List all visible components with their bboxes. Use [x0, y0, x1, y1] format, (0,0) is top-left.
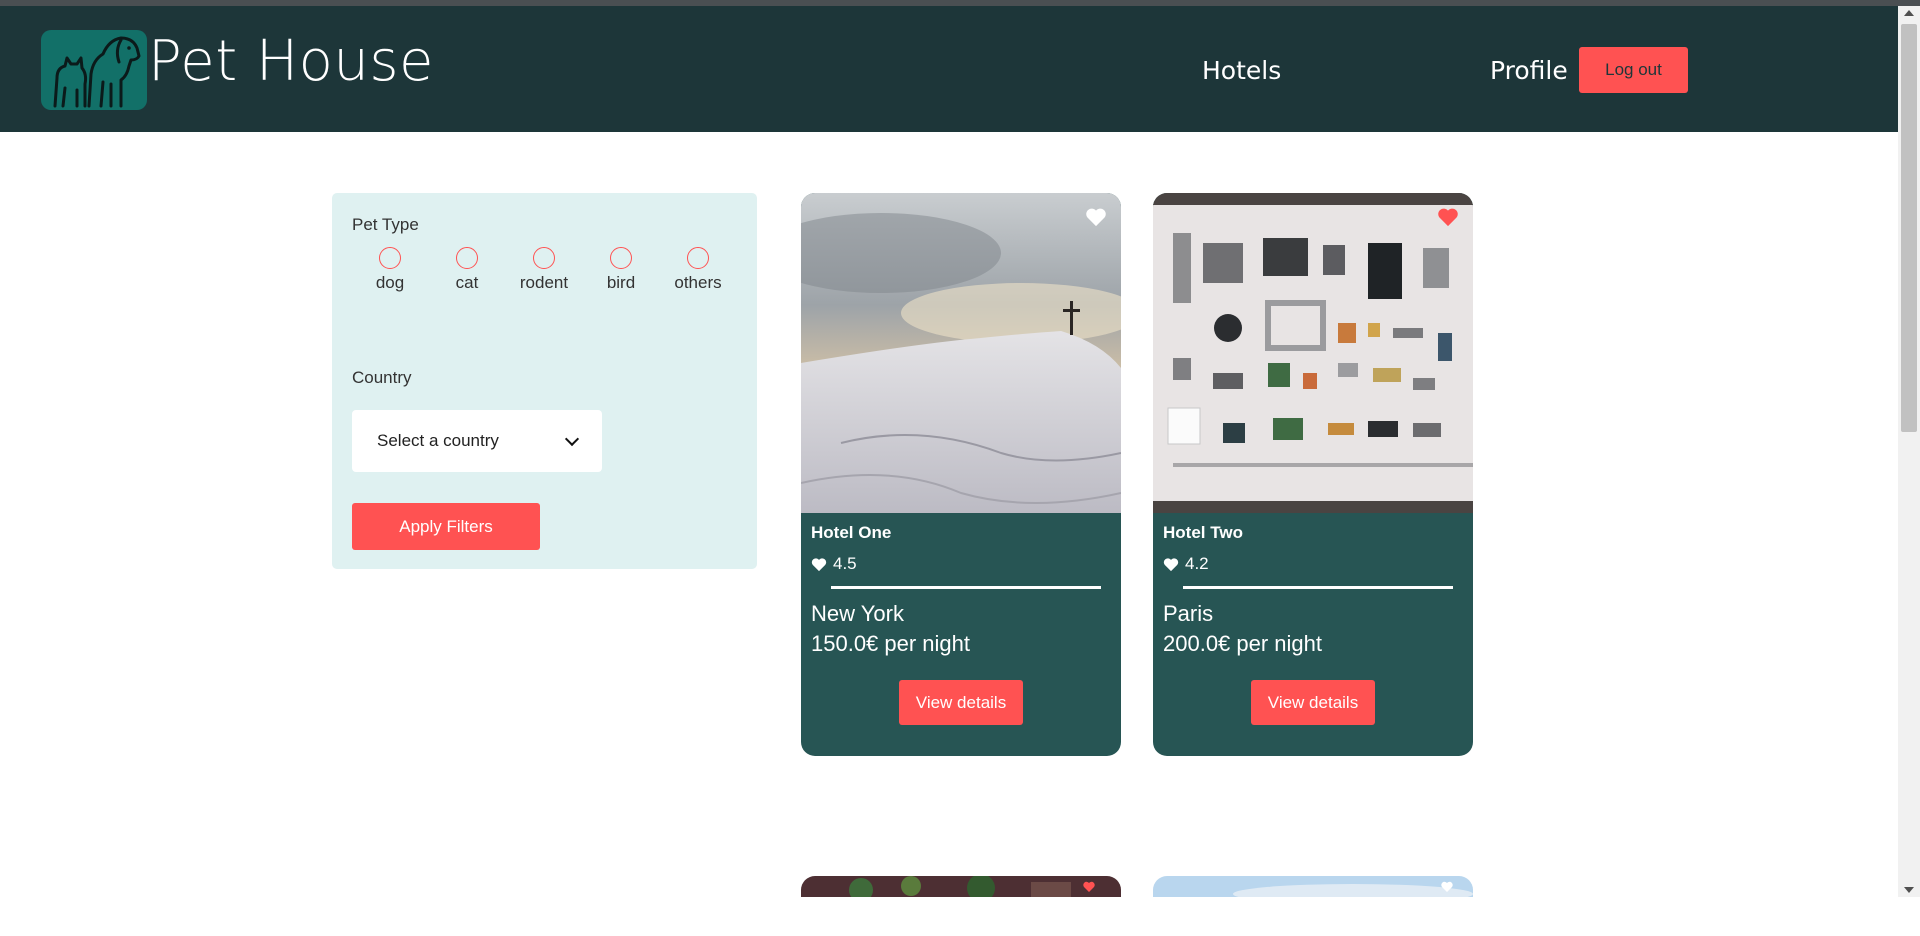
filter-panel: Pet Type dog cat rodent bird others Coun…: [332, 193, 757, 569]
hotel-card: Hotel One 4.5 New York 150.0€ per night …: [801, 193, 1121, 756]
brand-name[interactable]: Pet House: [148, 34, 434, 90]
pet-option-label: others: [674, 273, 722, 292]
pet-type-label: Pet Type: [352, 215, 419, 234]
rating-value: 4.5: [833, 554, 857, 573]
heart-icon: [811, 557, 827, 571]
country-select-value: Select a country: [377, 431, 499, 450]
hotel-card-partial[interactable]: [1153, 876, 1473, 936]
heart-icon: [1163, 557, 1179, 571]
scroll-down-arrow-icon[interactable]: [1904, 887, 1914, 893]
country-label: Country: [352, 368, 412, 387]
navbar: Pet House Hotels Profile Log out: [0, 6, 1898, 132]
scroll-up-arrow-icon[interactable]: [1904, 10, 1914, 16]
chevron-down-icon: [564, 431, 580, 446]
scroll-thumb[interactable]: [1901, 24, 1917, 432]
nav-profile-link[interactable]: Profile: [1490, 56, 1568, 85]
view-details-button[interactable]: View details: [1251, 680, 1375, 725]
divider: [1183, 586, 1453, 589]
pet-option-rodent[interactable]: rodent: [504, 247, 584, 293]
apply-filters-button[interactable]: Apply Filters: [352, 503, 540, 550]
hotel-city: New York: [811, 601, 904, 626]
hotel-name[interactable]: Hotel Two: [1163, 523, 1243, 543]
radio-dog[interactable]: [379, 247, 401, 269]
favorite-heart-icon[interactable]: [1085, 207, 1107, 227]
hotel-name[interactable]: Hotel One: [811, 523, 891, 543]
radio-bird[interactable]: [610, 247, 632, 269]
logout-button[interactable]: Log out: [1579, 47, 1688, 93]
favorite-heart-icon[interactable]: [1437, 207, 1459, 227]
pet-option-label: bird: [606, 273, 636, 292]
hotel-card: Hotel Two 4.2 Paris 200.0€ per night Vie…: [1153, 193, 1473, 756]
hotel-rating: 4.5: [811, 554, 857, 574]
nav-hotels-link[interactable]: Hotels: [1202, 56, 1281, 85]
hotel-city: Paris: [1163, 601, 1214, 626]
pet-option-bird[interactable]: bird: [581, 247, 661, 293]
pet-option-label: dog: [375, 273, 405, 292]
logo-dog-cat-icon[interactable]: [41, 30, 147, 110]
pet-option-label: rodent: [519, 273, 569, 292]
hotel-price: 150.0€ per night: [811, 631, 971, 656]
hotel-rating: 4.2: [1163, 554, 1209, 574]
country-select[interactable]: Select a country: [352, 410, 602, 472]
hotel-price: 200.0€ per night: [1163, 631, 1323, 656]
rating-value: 4.2: [1185, 554, 1209, 573]
pet-option-dog[interactable]: dog: [350, 247, 430, 293]
hotel-card-partial[interactable]: [801, 876, 1121, 936]
radio-rodent[interactable]: [533, 247, 555, 269]
pet-option-others[interactable]: others: [658, 247, 738, 293]
divider: [831, 586, 1101, 589]
pet-option-label: cat: [455, 273, 479, 292]
hotel-image: [801, 193, 1121, 513]
radio-cat[interactable]: [456, 247, 478, 269]
page-scrollbar[interactable]: [1898, 6, 1920, 897]
radio-others[interactable]: [687, 247, 709, 269]
view-details-button[interactable]: View details: [899, 680, 1023, 725]
pet-option-cat[interactable]: cat: [427, 247, 507, 293]
hotel-image: [1153, 193, 1473, 513]
